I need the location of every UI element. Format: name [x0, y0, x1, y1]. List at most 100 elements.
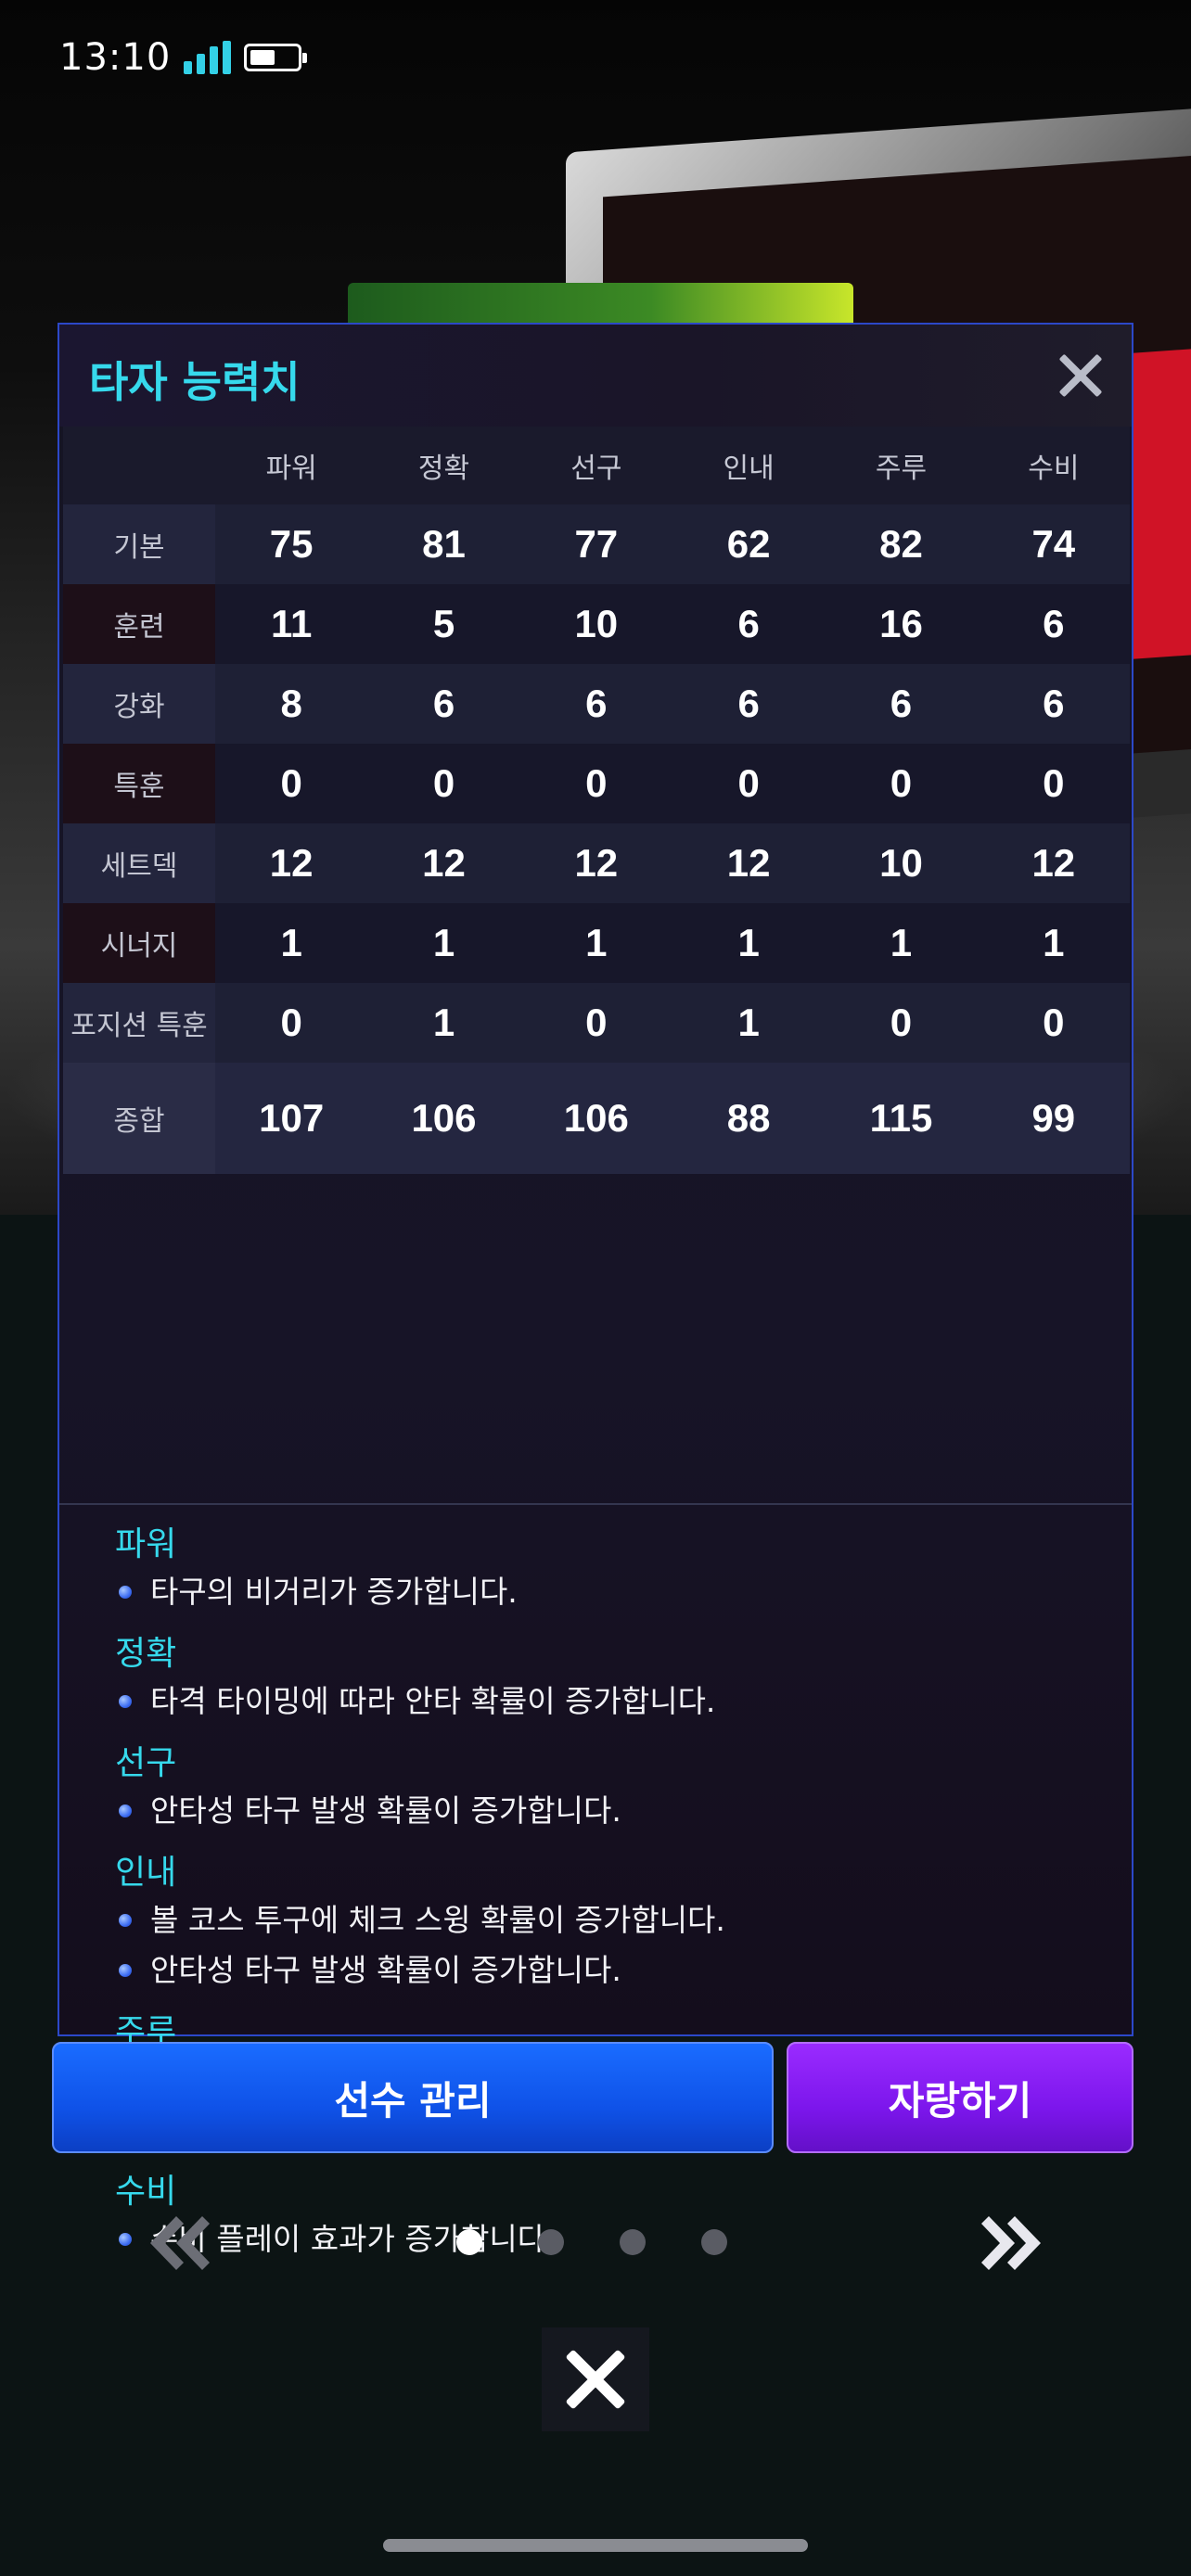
stat-value: 1	[672, 983, 826, 1063]
stat-value: 81	[367, 504, 520, 584]
description-group: 파워타구의 비거리가 증가합니다.	[115, 1523, 1117, 1617]
stat-value: 77	[519, 504, 672, 584]
stat-value: 1	[367, 983, 520, 1063]
column-header: 파워	[215, 427, 368, 504]
header-corner	[63, 427, 215, 504]
row-label: 기본	[63, 504, 215, 584]
stat-value: 62	[672, 504, 826, 584]
stat-value: 8	[215, 664, 368, 744]
stats-row: 훈련 11 5 10 6 16 6	[63, 584, 1130, 664]
stat-value: 88	[672, 1063, 826, 1174]
stat-value: 1	[519, 903, 672, 983]
stat-value: 10	[519, 584, 672, 664]
stat-value: 12	[977, 823, 1130, 903]
row-label: 세트덱	[63, 823, 215, 903]
column-header: 정확	[367, 427, 520, 504]
battery-icon	[244, 44, 308, 71]
bullet-icon	[119, 1586, 132, 1599]
description-group: 선구안타성 타구 발생 확률이 증가합니다.	[115, 1741, 1117, 1836]
row-label: 훈련	[63, 584, 215, 664]
page-indicator	[456, 2229, 727, 2255]
stat-value: 107	[215, 1063, 368, 1174]
row-label: 종합	[63, 1063, 215, 1174]
column-header: 수비	[977, 427, 1130, 504]
page-dot[interactable]	[620, 2229, 646, 2255]
description-title: 선구	[115, 1744, 177, 1782]
double-chevron-right-icon[interactable]	[976, 2211, 1050, 2276]
stat-value: 75	[215, 504, 368, 584]
panel-title: 타자 능력치	[89, 357, 301, 407]
description-item: 안타성 타구 발생 확률이 증가합니다.	[115, 1945, 1117, 1996]
description-item: 안타성 타구 발생 확률이 증가합니다.	[115, 1786, 1117, 1836]
stat-value: 11	[215, 584, 368, 664]
page-dot[interactable]	[538, 2229, 564, 2255]
description-text: 타격 타이밍에 따라 안타 확률이 증가합니다.	[150, 1683, 716, 1719]
page-dot[interactable]	[701, 2229, 727, 2255]
double-chevron-left-icon[interactable]	[141, 2211, 215, 2276]
stat-value: 6	[977, 664, 1130, 744]
row-label: 강화	[63, 664, 215, 744]
bullet-icon	[119, 2233, 132, 2246]
stat-value: 1	[367, 903, 520, 983]
description-group: 인내 볼 코스 투구에 체크 스윙 확률이 증가합니다. 안타성 타구 발생 확률이…	[115, 1851, 1117, 1996]
stats-row: 강화 8 6 6 6 6 6	[63, 664, 1130, 744]
stat-value: 5	[367, 584, 520, 664]
player-manage-button[interactable]: 선수 관리	[52, 2042, 774, 2153]
status-time: 13:10	[59, 36, 172, 79]
show-off-button[interactable]: 자랑하기	[787, 2042, 1133, 2153]
bullet-icon	[119, 1914, 132, 1927]
stat-value: 6	[825, 664, 978, 744]
stat-value: 0	[215, 744, 368, 823]
battery-level-fill	[250, 50, 275, 65]
stat-value: 6	[977, 584, 1130, 664]
stats-header-row: 파워 정확 선구 인내 주루 수비	[63, 427, 1130, 504]
description-title: 수비	[115, 2173, 177, 2211]
column-header: 주루	[825, 427, 978, 504]
stats-row: 세트덱 12 12 12 12 10 12	[63, 823, 1130, 903]
stat-value: 6	[519, 664, 672, 744]
stats-row: 시너지 1 1 1 1 1 1	[63, 903, 1130, 983]
stats-row: 특훈 0 0 0 0 0 0	[63, 744, 1130, 823]
description-text: 안타성 타구 발생 확률이 증가합니다.	[150, 1792, 621, 1829]
stat-value: 82	[825, 504, 978, 584]
close-icon[interactable]	[1050, 345, 1111, 406]
stat-value: 0	[825, 744, 978, 823]
stat-value: 12	[367, 823, 520, 903]
description-item: 볼 코스 투구에 체크 스윙 확률이 증가합니다.	[115, 1895, 1117, 1945]
description-title: 파워	[115, 1525, 177, 1563]
description-item: 타격 타이밍에 따라 안타 확률이 증가합니다.	[115, 1677, 1117, 1727]
stat-value: 10	[825, 823, 978, 903]
stat-value: 6	[672, 584, 826, 664]
description-text: 타구의 비거리가 증가합니다.	[150, 1574, 518, 1610]
description-title: 정확	[115, 1635, 177, 1673]
close-icon[interactable]	[542, 2327, 649, 2431]
stat-value: 106	[367, 1063, 520, 1174]
stat-value: 1	[672, 903, 826, 983]
bullet-icon	[119, 1695, 132, 1708]
batter-stats-panel: 타자 능력치 파워 정확 선구 인내 주루 수비 기본 75 81 77 62 82 74 훈…	[58, 323, 1133, 2257]
stat-value: 12	[215, 823, 368, 903]
status-bar: 13:10	[59, 32, 308, 83]
stat-value: 0	[977, 744, 1130, 823]
stat-value: 99	[977, 1063, 1130, 1174]
stat-value: 16	[825, 584, 978, 664]
divider	[59, 1503, 1132, 1505]
stat-value: 0	[519, 744, 672, 823]
page-dot[interactable]	[456, 2229, 482, 2255]
home-indicator	[383, 2539, 808, 2552]
stats-total-row: 종합 107 106 106 88 115 99	[63, 1063, 1130, 1174]
stat-value: 74	[977, 504, 1130, 584]
stat-value: 0	[825, 983, 978, 1063]
description-text: 안타성 타구 발생 확률이 증가합니다.	[150, 1952, 621, 1988]
description-item: 타구의 비거리가 증가합니다.	[115, 1567, 1117, 1617]
stat-value: 0	[977, 983, 1130, 1063]
stat-value: 0	[367, 744, 520, 823]
stats-table: 파워 정확 선구 인내 주루 수비 기본 75 81 77 62 82 74 훈련 11 5 10 6…	[63, 427, 1130, 1174]
column-header: 선구	[519, 427, 672, 504]
stat-value: 6	[367, 664, 520, 744]
signal-icon	[184, 41, 232, 74]
stat-descriptions: 파워타구의 비거리가 증가합니다. 정확타격 타이밍에 따라 안타 확률이 증가합…	[115, 1523, 1117, 2279]
stats-row: 기본 75 81 77 62 82 74	[63, 504, 1130, 584]
stats-row: 포지션 특훈 0 1 0 1 0 0	[63, 983, 1130, 1063]
stat-value: 1	[977, 903, 1130, 983]
